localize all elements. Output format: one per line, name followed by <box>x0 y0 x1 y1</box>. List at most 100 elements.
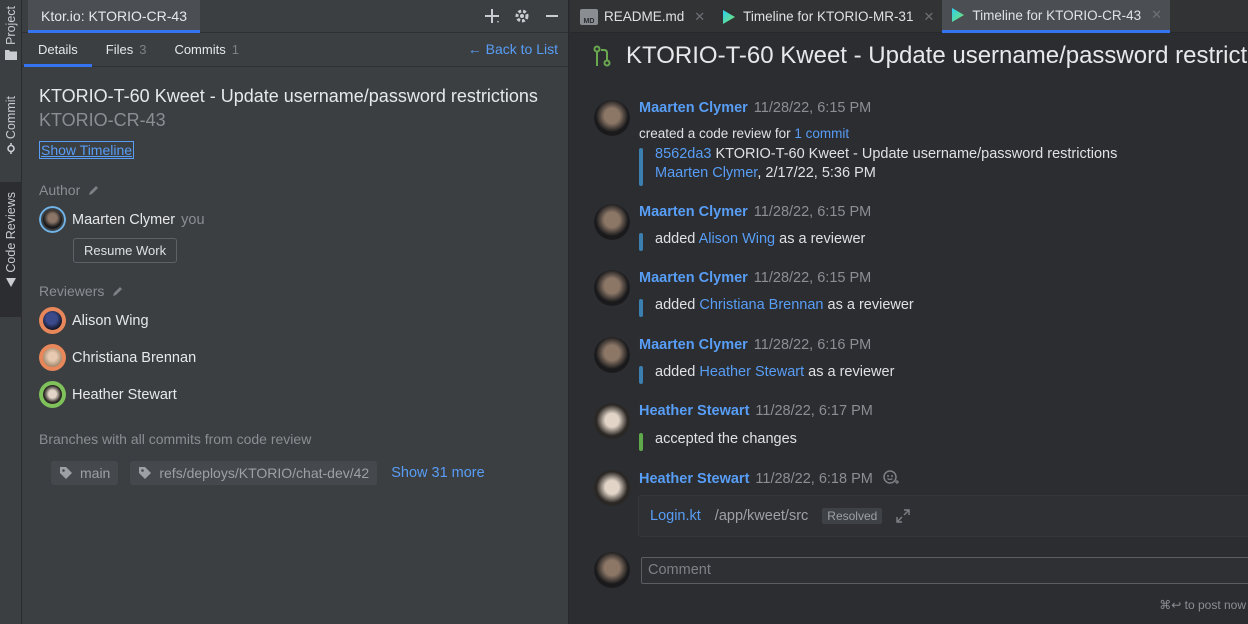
entry-text-pre: added <box>655 297 700 313</box>
entry-text-content: accepted the changes <box>655 431 797 447</box>
reviewer-name: Heather Stewart <box>72 386 177 403</box>
user-link[interactable]: Christiana Brennan <box>699 297 823 313</box>
close-icon[interactable]: ✕ <box>1151 7 1162 23</box>
toolstrip-commit-label: Commit <box>4 96 18 140</box>
entry-header: Maarten Clymer 11/28/22, 6:15 PM <box>639 270 871 286</box>
post-shortcut-hint: ⌘↩ to post now <box>1159 598 1246 612</box>
resolved-badge: Resolved <box>822 508 883 524</box>
editor-tabs: MD README.md ✕ Timeline for KTORIO-MR-31… <box>570 0 1248 33</box>
gear-icon[interactable] <box>512 6 532 26</box>
commit-hash-link[interactable]: 8562da3 <box>655 146 711 162</box>
entry-header: Maarten Clymer 11/28/22, 6:16 PM <box>639 337 871 353</box>
editor-tab-timeline-mr[interactable]: Timeline for KTORIO-MR-31 ✕ <box>713 0 942 33</box>
add-reaction-icon[interactable] <box>883 470 899 485</box>
panel-header: Ktor.io: KTORIO-CR-43 <box>22 0 568 33</box>
file-name-link[interactable]: Login.kt <box>650 508 701 524</box>
branch-chip[interactable]: refs/deploys/KTORIO/chat-dev/42 <box>130 461 378 485</box>
tab-commits-count: 1 <box>231 42 239 57</box>
pencil-icon[interactable] <box>88 184 100 196</box>
comment-input[interactable]: Comment <box>641 557 1248 584</box>
entry-author[interactable]: Heather Stewart <box>639 403 749 419</box>
entry-header: Heather Stewart 11/28/22, 6:18 PM <box>639 470 899 487</box>
timeline-bar <box>639 233 643 251</box>
reviewer-name: Christiana Brennan <box>72 349 197 366</box>
avatar <box>594 552 630 588</box>
entry-author[interactable]: Maarten Clymer <box>639 100 748 116</box>
user-link[interactable]: Alison Wing <box>699 231 776 247</box>
entry-time: 11/28/22, 6:16 PM <box>753 337 872 353</box>
reviewers-label: Reviewers <box>39 283 105 299</box>
entry-author[interactable]: Maarten Clymer <box>639 337 748 353</box>
close-icon[interactable]: ✕ <box>694 9 705 25</box>
timeline-bar <box>639 299 643 317</box>
entry-text-pre: created a code review for <box>639 126 795 141</box>
branches-label: Branches with all commits from code revi… <box>39 431 312 447</box>
commit-author-link[interactable]: Maarten Clymer <box>655 165 757 181</box>
expand-icon[interactable] <box>896 509 911 523</box>
entry-time: 11/28/22, 6:15 PM <box>753 270 872 286</box>
entry-text-pre: added <box>655 231 699 247</box>
minimize-icon[interactable] <box>542 6 562 26</box>
markdown-icon: MD <box>580 8 598 25</box>
file-path: /app/kweet/src <box>714 508 809 524</box>
tab-details[interactable]: Details <box>24 33 92 67</box>
review-key: KTORIO-CR-43 <box>39 110 166 130</box>
entry-author[interactable]: Heather Stewart <box>639 471 749 487</box>
commit-count-link[interactable]: 1 commit <box>794 126 849 141</box>
reviewer-item[interactable]: Christiana Brennan <box>39 344 196 371</box>
tab-files[interactable]: Files 3 <box>92 33 161 66</box>
tag-icon <box>60 467 72 479</box>
entry-text: created a code review for 1 commit <box>639 126 849 141</box>
pencil-icon[interactable] <box>112 285 124 297</box>
entry-author[interactable]: Maarten Clymer <box>639 204 748 220</box>
editor-tab-timeline-cr[interactable]: Timeline for KTORIO-CR-43 ✕ <box>942 0 1171 33</box>
tab-commits[interactable]: Commits 1 <box>160 33 253 66</box>
add-icon[interactable] <box>482 6 502 26</box>
panel-title-tab[interactable]: Ktor.io: KTORIO-CR-43 <box>28 0 201 33</box>
entry-text-post: as a reviewer <box>823 297 914 313</box>
entry-header: Maarten Clymer 11/28/22, 6:15 PM <box>639 204 871 220</box>
tab-files-count: 3 <box>139 42 147 57</box>
entry-header: Maarten Clymer 11/28/22, 6:15 PM <box>639 100 871 116</box>
discussion-file-card: Login.kt /app/kweet/src Resolved <box>638 495 1248 537</box>
timeline-view: KTORIO-T-60 Kweet - Update username/pass… <box>570 33 1248 624</box>
tab-files-label: Files <box>105 42 134 57</box>
entry-time: 11/28/22, 6:15 PM <box>753 100 872 116</box>
avatar <box>39 307 66 334</box>
toolstrip-commit[interactable]: Commit <box>0 96 22 168</box>
review-title-text: KTORIO-T-60 Kweet - Update username/pass… <box>39 86 538 106</box>
show-more-branches-link[interactable]: Show 31 more <box>391 465 485 481</box>
editor-tab-label: Timeline for KTORIO-CR-43 <box>972 7 1142 23</box>
avatar <box>594 204 630 240</box>
resume-work-button[interactable]: Resume Work <box>73 238 178 263</box>
editor-tab-label: README.md <box>604 9 685 24</box>
entry-text-post: as a reviewer <box>775 231 866 247</box>
branch-chip[interactable]: main <box>51 461 119 485</box>
entry-author[interactable]: Maarten Clymer <box>639 270 748 286</box>
editor-tab-label: Timeline for KTORIO-MR-31 <box>743 9 914 24</box>
tab-details-label: Details <box>38 42 78 57</box>
entry-header: Heather Stewart 11/28/22, 6:17 PM <box>639 403 873 419</box>
timeline-title: KTORIO-T-60 Kweet - Update username/pass… <box>592 42 1248 70</box>
close-icon[interactable]: ✕ <box>923 9 934 25</box>
details-tabs: Details Files 3 Commits 1 ← Back to List <box>22 33 568 67</box>
avatar <box>39 381 66 408</box>
branch-list: main refs/deploys/KTORIO/chat-dev/42 Sho… <box>51 461 485 485</box>
timeline-title-text: KTORIO-T-60 Kweet - Update username/pass… <box>626 42 1248 69</box>
toolstrip-code-reviews[interactable]: Code Reviews <box>0 182 22 317</box>
entry-time: 11/28/22, 6:17 PM <box>755 403 873 419</box>
reviewer-name: Alison Wing <box>72 312 149 329</box>
show-timeline-link[interactable]: Show Timeline <box>39 141 135 159</box>
branch-name: main <box>80 465 111 481</box>
author-person[interactable]: Maarten Clymer you <box>39 206 205 233</box>
editor-tab-readme[interactable]: MD README.md ✕ <box>570 0 713 33</box>
avatar <box>594 403 630 439</box>
toolstrip-project[interactable]: Project <box>0 6 22 78</box>
author-you-label: you <box>181 211 205 228</box>
user-link[interactable]: Heather Stewart <box>699 364 804 380</box>
back-to-list-link[interactable]: ← Back to List <box>468 41 558 57</box>
avatar <box>594 100 630 136</box>
reviewer-item[interactable]: Alison Wing <box>39 307 149 334</box>
reviewer-item[interactable]: Heather Stewart <box>39 381 177 408</box>
tag-icon <box>139 467 152 479</box>
